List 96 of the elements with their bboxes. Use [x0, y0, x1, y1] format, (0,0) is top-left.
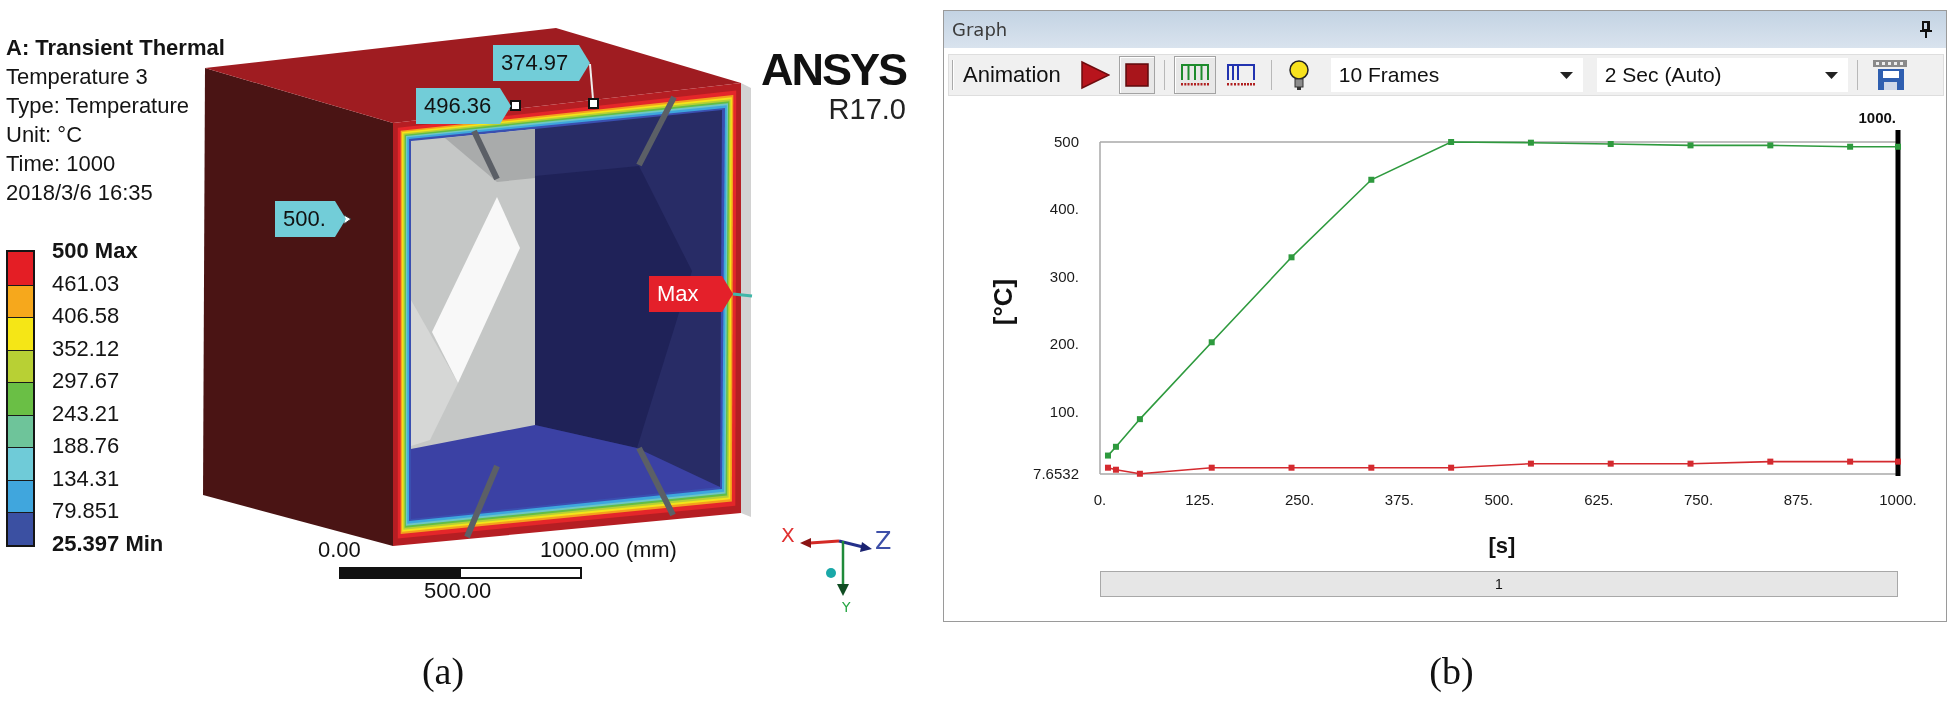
probe-marker-icon — [510, 100, 521, 111]
sphere-icon — [826, 568, 836, 578]
data-point — [1448, 464, 1455, 471]
axis-label: Y — [842, 599, 851, 615]
legend-value: 352.12 — [52, 334, 120, 363]
panel-title: Graph — [952, 19, 1008, 40]
info-line: Temperature 3 — [6, 63, 148, 91]
data-point — [1288, 254, 1295, 261]
legend-value: 188.76 — [52, 432, 120, 460]
cursor-label: 1000. — [1858, 109, 1896, 126]
data-point — [1105, 452, 1111, 459]
data-point — [1847, 143, 1854, 150]
tick-label: 1000. — [1879, 491, 1917, 508]
data-point — [1136, 470, 1143, 477]
y-axis-arrow — [837, 541, 849, 596]
probe-label: 500. — [275, 201, 346, 237]
tick-label: 0. — [1093, 491, 1107, 508]
scale-label: 500.00 — [424, 578, 492, 604]
probe-label: 496.36 — [416, 88, 511, 124]
legend-value: 25.397 Min — [52, 529, 164, 558]
data-point — [1448, 139, 1455, 145]
tick-label: 500. — [1484, 491, 1514, 508]
play-icon — [1079, 60, 1110, 90]
caret-icon — [1559, 71, 1573, 79]
legend-value: 243.21 — [52, 399, 120, 428]
step-bar[interactable]: 1 — [1100, 571, 1898, 597]
dropdown[interactable]: 10 Frames — [1330, 58, 1583, 92]
tick-label: 125. — [1185, 491, 1215, 508]
leader-line — [589, 63, 594, 100]
axis-title: [°C] — [987, 278, 1018, 326]
data-point — [1288, 464, 1295, 471]
axis-label: X — [781, 523, 795, 547]
legend-title: A: Transient Thermal — [6, 34, 225, 62]
save-icon — [1871, 59, 1908, 91]
data-point — [1368, 464, 1375, 471]
stop-button[interactable] — [1118, 56, 1155, 94]
toolbar-label: Animation — [963, 62, 1061, 88]
frames-button[interactable] — [1173, 56, 1216, 94]
columns-icon — [1224, 62, 1257, 88]
legend-value: 461.03 — [52, 269, 120, 298]
probe-label: Max — [649, 276, 733, 312]
info-line: Time: 1000 — [6, 150, 116, 178]
z-axis-arrow — [838, 539, 872, 552]
data-point — [1208, 339, 1215, 346]
data-point — [1767, 458, 1774, 465]
probe-marker-icon — [732, 292, 753, 298]
tick-label: 200. — [1049, 335, 1079, 353]
axis-title: [s] — [1488, 533, 1516, 558]
info-line: 2018/3/6 16:35 — [6, 179, 153, 207]
columns-icon — [1178, 62, 1211, 88]
caret-icon — [1824, 71, 1838, 79]
data-point — [1112, 443, 1119, 450]
tick-label: 375. — [1384, 491, 1414, 508]
tick-label: 400. — [1049, 200, 1079, 218]
scale-label: 1000.00 (mm) — [540, 537, 677, 563]
data-point — [1208, 464, 1215, 471]
tick-label: 250. — [1284, 491, 1315, 508]
stop-icon — [1124, 63, 1149, 87]
data-point — [1895, 143, 1901, 150]
data-point — [1607, 460, 1614, 467]
axis-label: Z — [875, 527, 892, 555]
tick-label: 300. — [1049, 267, 1079, 285]
tick-label: 100. — [1049, 402, 1079, 420]
legend-value: 134.31 — [52, 464, 120, 493]
figure-caption: (b) — [1429, 651, 1474, 691]
probe-label: 374.97 — [493, 45, 590, 81]
data-point — [1895, 458, 1901, 465]
scale-label: 0.00 — [318, 537, 361, 563]
figure-caption: (a) — [421, 651, 465, 691]
logo-text: ANSYS — [760, 46, 906, 94]
info-line: Type: Temperature — [6, 92, 190, 120]
data-point — [1847, 458, 1854, 465]
data-point — [1687, 460, 1694, 467]
probe-marker-icon — [588, 98, 599, 109]
tick-label: 875. — [1783, 491, 1813, 508]
legend-value: 297.67 — [52, 367, 120, 395]
legend-value: 79.851 — [52, 497, 120, 525]
data-point — [1687, 142, 1694, 149]
x-axis-arrow — [800, 538, 840, 548]
version-label: R17.0 — [828, 94, 906, 124]
data-point — [1527, 139, 1534, 146]
pin-icon[interactable] — [1920, 21, 1932, 38]
tick-label: 750. — [1683, 491, 1714, 508]
data-point — [1527, 460, 1534, 467]
tick-label: 625. — [1584, 491, 1614, 508]
data-point — [1607, 141, 1614, 147]
data-point — [1136, 416, 1143, 423]
info-line: Unit: °C — [6, 121, 83, 149]
tick-label: 500 — [1053, 133, 1079, 150]
dropdown[interactable]: 2 Sec (Auto) — [1596, 58, 1848, 92]
lightbulb-icon — [1286, 59, 1311, 91]
data-point — [1767, 142, 1774, 149]
legend-value: 406.58 — [52, 302, 120, 330]
legend-value: 500 Max — [52, 237, 138, 265]
data-point — [1368, 176, 1375, 183]
tick-label: 7.6532 — [1033, 465, 1079, 482]
